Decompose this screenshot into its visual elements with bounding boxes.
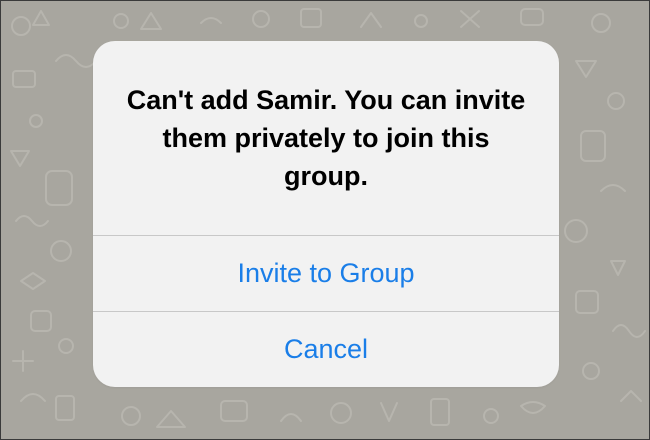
screen: Can't add Samir. You can invite them pri… [0,0,650,440]
alert-message: Can't add Samir. You can invite them pri… [126,85,526,191]
alert-dialog: Can't add Samir. You can invite them pri… [93,41,559,387]
invite-to-group-button[interactable]: Invite to Group [93,236,559,311]
cancel-button[interactable]: Cancel [93,312,559,387]
